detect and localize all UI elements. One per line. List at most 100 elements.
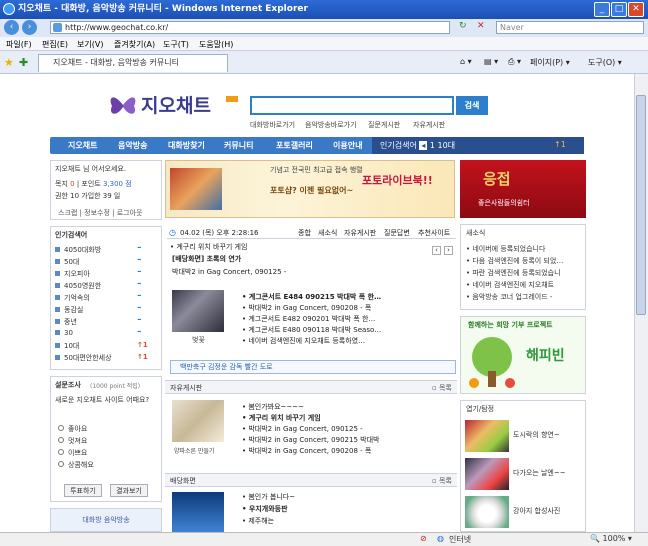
menu-help[interactable]: 도움말(H) xyxy=(199,39,233,50)
zoom-control[interactable]: 🔍 100% ▾ xyxy=(590,534,632,543)
wall-item[interactable]: • 제주해는 xyxy=(242,516,274,526)
popular-item[interactable]: 동감실 – xyxy=(55,303,155,315)
nav-photo[interactable]: 포토갤러리 xyxy=(276,140,313,151)
wall-item[interactable]: • 봄인가 봅니다~ xyxy=(242,492,295,502)
onion-image[interactable] xyxy=(172,400,224,442)
board-tab[interactable]: 종합 xyxy=(298,228,311,238)
maximize-button[interactable]: □ xyxy=(611,2,627,17)
board-tab[interactable]: 새소식 xyxy=(318,228,337,238)
toplink-free[interactable]: 자유게시판 xyxy=(413,120,445,130)
board-tab[interactable]: 자유게시판 xyxy=(344,228,376,238)
free-board-more[interactable]: ▫ 목록 xyxy=(432,383,452,393)
wall-item[interactable]: • 우지개와등판 xyxy=(242,504,288,514)
poll-option[interactable]: 멋져요 xyxy=(58,436,87,446)
news-item[interactable]: • 네이버 검색엔진에 지오채트 등록하였… xyxy=(242,336,365,346)
page-menu[interactable]: 페이지(P) ▾ xyxy=(530,57,570,68)
vote-button[interactable]: 투표하기 xyxy=(64,484,102,497)
result-button[interactable]: 결과보기 xyxy=(110,484,148,497)
ranking-bar[interactable]: 인기검색어 ◂ 1 10대 xyxy=(372,137,584,154)
search-input[interactable]: Naver xyxy=(496,21,644,34)
menu-view[interactable]: 보기(V) xyxy=(77,39,103,50)
site-search-button[interactable]: 검색 xyxy=(456,96,488,115)
poll-option[interactable]: 이쁘요 xyxy=(58,448,87,458)
menu-tools[interactable]: 도구(T) xyxy=(163,39,189,50)
free-item[interactable]: • 박대박2 in Gag Concert, 090125 - xyxy=(242,424,363,434)
nav-music[interactable]: 음악방송 xyxy=(118,140,147,151)
next-arrow-icon[interactable]: › xyxy=(444,246,453,255)
nav-guide[interactable]: 이용안내 xyxy=(333,140,362,151)
prev-arrow-icon[interactable]: ‹ xyxy=(432,246,441,255)
headline-top[interactable]: • 계구리 위치 바꾸기 게임 xyxy=(170,242,247,252)
photo-item[interactable]: 강아지 합성사진 xyxy=(513,506,560,516)
popular-item[interactable]: 기억속의 – xyxy=(55,291,155,303)
photo-puppy[interactable] xyxy=(465,496,509,528)
menu-edit[interactable]: 편집(E) xyxy=(42,39,68,50)
photo-lunchbox[interactable] xyxy=(465,420,509,452)
toplink-music[interactable]: 음악방송바로가기 xyxy=(305,120,357,130)
free-item[interactable]: • 계구리 위치 바꾸기 게임 xyxy=(242,413,321,423)
news-right-item[interactable]: • 다음 검색엔진에 등록이 되었… xyxy=(466,256,563,266)
scroll-thumb[interactable] xyxy=(636,95,646,315)
restaurant-banner[interactable] xyxy=(460,160,586,218)
popular-item[interactable]: 4050영원한 – xyxy=(55,279,155,291)
news-item[interactable]: • 계그콘서트 E480 090118 박대박 Seaso… xyxy=(242,325,381,335)
news-item[interactable]: • 계그콘서트 E484 090215 박대박 폭 한… xyxy=(242,292,381,302)
popular-item[interactable]: 50대편안한세상 ↑1 xyxy=(55,353,155,363)
menu-file[interactable]: 파일(F) xyxy=(6,39,32,50)
forward-icon[interactable]: › xyxy=(22,20,37,35)
add-favorite-icon[interactable]: ✚ xyxy=(19,56,28,69)
free-item[interactable]: • 봄인가봐요~~~~ xyxy=(242,402,304,412)
print-icon[interactable]: ⎙ ▾ xyxy=(508,57,521,67)
board-tab[interactable]: 추천사이트 xyxy=(418,228,450,238)
popular-item[interactable]: 지오피아 – xyxy=(55,267,155,279)
headline-item2[interactable]: 박대박2 in Gag Concert, 090125 - xyxy=(172,267,286,277)
edit-info-link[interactable]: 정보수정 xyxy=(84,209,110,217)
nav-room[interactable]: 대화방찾기 xyxy=(168,140,205,151)
news-right-item[interactable]: • 음악방송 코너 업그레이드 - xyxy=(466,292,552,302)
radio-button[interactable] xyxy=(58,461,64,467)
popular-item[interactable]: 중년 – xyxy=(55,315,155,327)
photo-days[interactable] xyxy=(465,458,509,490)
poll-option[interactable]: 좋아요 xyxy=(58,424,87,434)
poll-option[interactable]: 상콤해요 xyxy=(58,460,94,470)
board-tab[interactable]: 질문답변 xyxy=(384,228,410,238)
site-search-input[interactable] xyxy=(250,96,454,115)
scrap-link[interactable]: 스크랩 xyxy=(58,209,77,217)
browser-tab[interactable]: 지오채트 - 대화방, 음악방송 커뮤니티 xyxy=(38,54,228,72)
home-icon[interactable]: ⌂ ▾ xyxy=(460,57,472,66)
favorites-star-icon[interactable]: ★ xyxy=(4,56,14,69)
close-button[interactable]: ✕ xyxy=(628,2,644,17)
news-item[interactable]: • 박대박2 in Gag Concert, 090208 - 폭 xyxy=(242,303,371,313)
radio-button[interactable] xyxy=(58,437,64,443)
site-logo[interactable]: 지오채트 xyxy=(141,91,211,118)
refresh-icon[interactable]: ↻ xyxy=(459,21,467,31)
free-item[interactable]: • 박대박2 in Gag Concert, 090208 - 폭 xyxy=(242,446,371,456)
photo-item[interactable]: 도시락의 향연~ xyxy=(513,430,560,440)
popular-item[interactable]: 10대 ↑1 xyxy=(55,341,155,351)
news-right-item[interactable]: • 파란 검색엔진에 등록되었습니 xyxy=(466,268,561,278)
nav-geochat[interactable]: 지오채트 xyxy=(68,140,97,151)
stop-icon[interactable]: ✕ xyxy=(477,21,485,31)
radio-button[interactable] xyxy=(58,425,64,431)
tools-menu[interactable]: 도구(O) ▾ xyxy=(588,57,622,68)
popular-item[interactable]: 4050대화방 – xyxy=(55,243,155,255)
photo-item[interactable]: 다가오는 날엔~~ xyxy=(513,468,566,478)
minimize-button[interactable]: _ xyxy=(594,2,610,17)
news-right-item[interactable]: • 네이버에 등록되었습니다 xyxy=(466,244,545,254)
popular-item[interactable]: 50대 – xyxy=(55,255,155,267)
news-item[interactable]: • 계그콘서트 E482 090201 박대박 폭 한… xyxy=(242,314,375,324)
feed-icon[interactable]: ▤ ▾ xyxy=(484,57,498,66)
popular-item[interactable]: 30 – xyxy=(55,327,155,337)
address-input[interactable]: http://www.geochat.co.kr/ xyxy=(50,21,450,34)
menu-favorites[interactable]: 즐겨찾기(A) xyxy=(114,39,155,50)
back-icon[interactable]: ‹ xyxy=(4,20,19,35)
toplink-chat[interactable]: 대화방바로가기 xyxy=(250,120,295,130)
free-item[interactable]: • 박대박2 in Gag Concert, 090215 박대박 xyxy=(242,435,379,445)
music-banner[interactable]: 대화방 음악방송 xyxy=(50,508,162,532)
nav-community[interactable]: 커뮤니티 xyxy=(224,140,253,151)
toplink-qna[interactable]: 질문게시판 xyxy=(368,120,400,130)
logout-link[interactable]: 로그아웃 xyxy=(117,209,143,217)
news-right-item[interactable]: • 네이버 검색엔진에 지오채트 xyxy=(466,280,554,290)
wallpaper-image[interactable] xyxy=(172,492,224,532)
radio-button[interactable] xyxy=(58,449,64,455)
